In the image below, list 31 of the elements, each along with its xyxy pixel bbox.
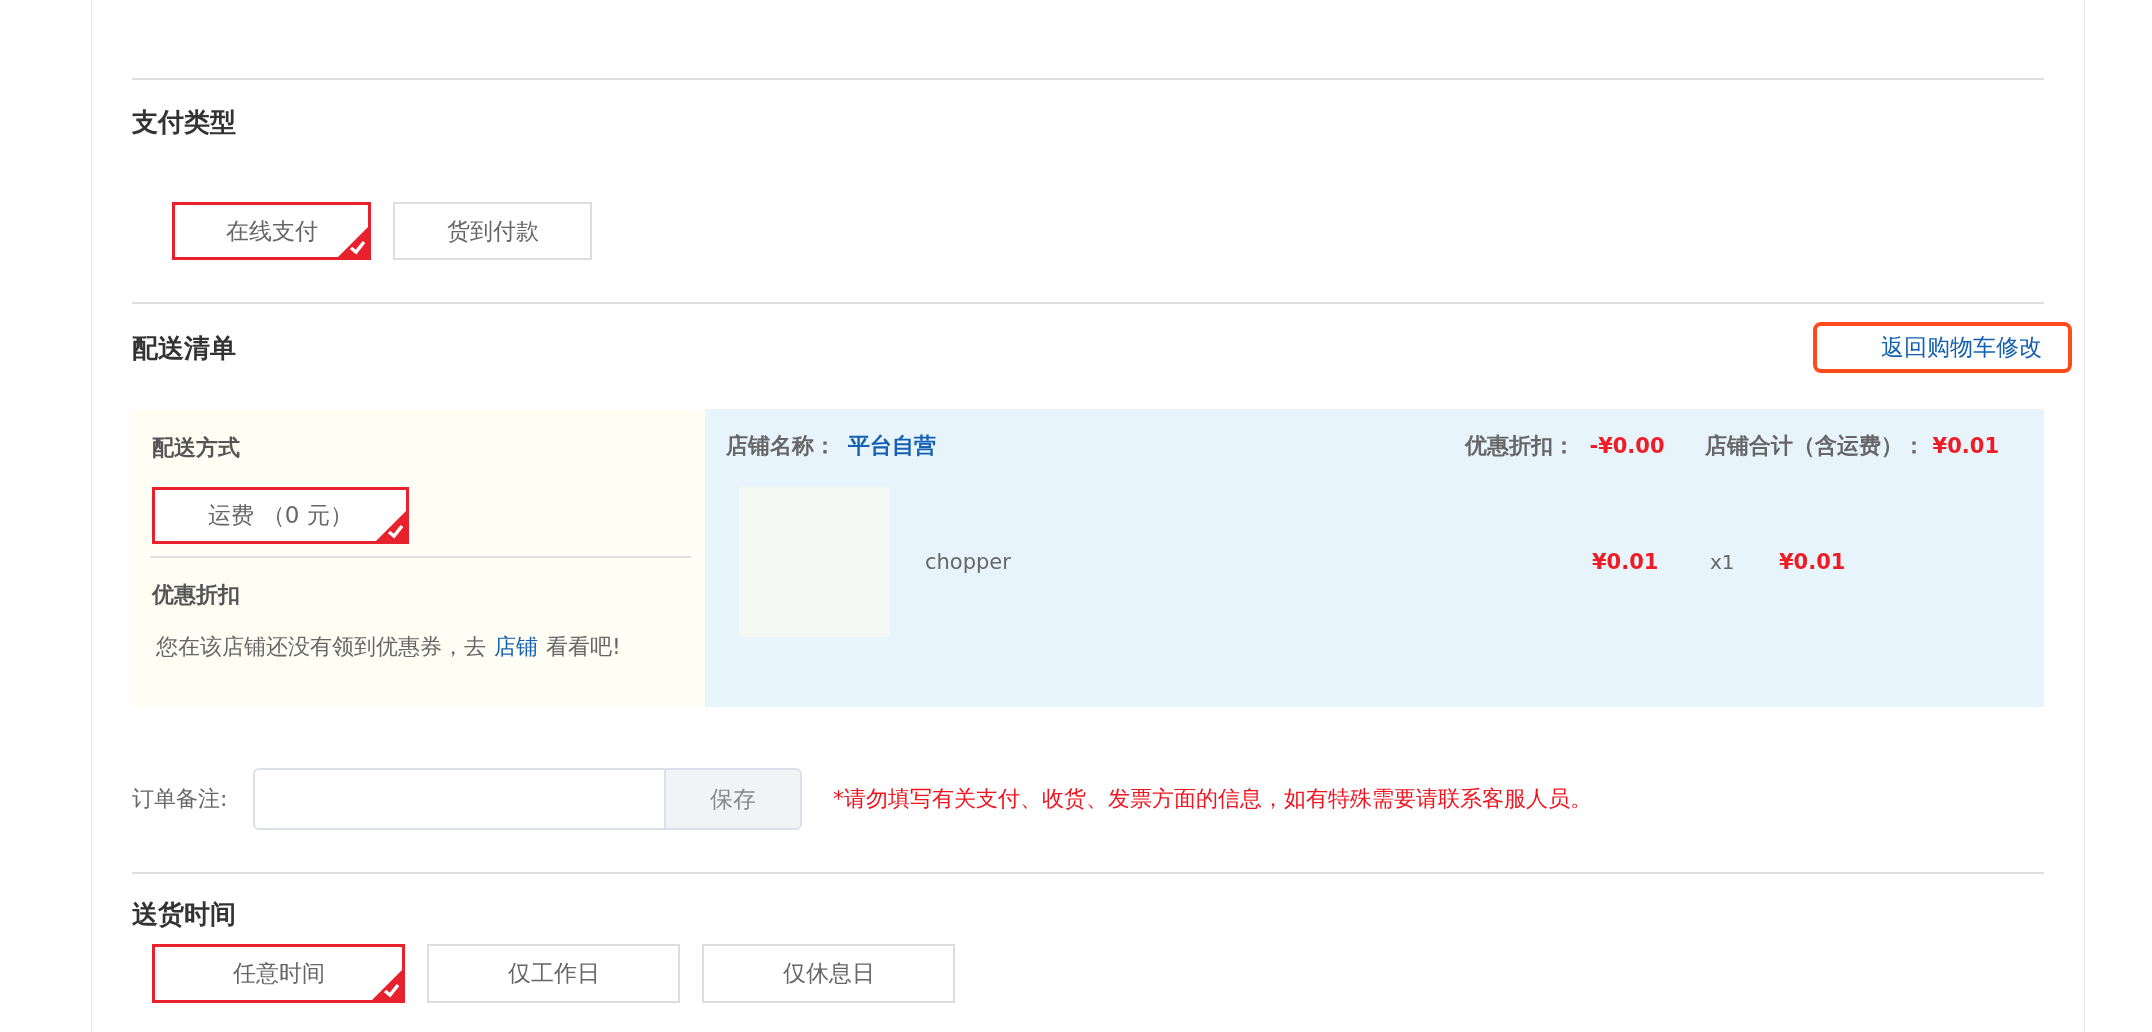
delivery-time-option[interactable]: 仅休息日 xyxy=(702,944,955,1003)
payment-option[interactable]: 在线支付 xyxy=(172,202,371,260)
product-price: ¥0.01 xyxy=(1592,550,1659,574)
coupon-message: 您在该店铺还没有领到优惠券，去 店铺 看看吧! xyxy=(156,633,622,661)
store-total-value: ¥0.01 xyxy=(1932,434,1999,458)
discount-value: -¥0.00 xyxy=(1589,434,1665,458)
discount-label: 优惠折扣： xyxy=(1465,432,1576,460)
note-label: 订单备注: xyxy=(132,786,228,811)
panel-title: 优惠折扣 xyxy=(152,581,241,609)
check-corner-icon xyxy=(376,511,406,541)
payment-option[interactable]: 货到付款 xyxy=(393,202,592,260)
panel-title: 配送方式 xyxy=(152,434,241,462)
shipping-option[interactable]: 运费 （0 元） xyxy=(152,487,409,544)
delivery-time-option[interactable]: 仅工作日 xyxy=(427,944,680,1003)
section-title: 配送清单 xyxy=(132,331,236,364)
back-to-cart-link[interactable]: 返回购物车修改 xyxy=(1813,322,2072,373)
product-subtotal: ¥0.01 xyxy=(1779,550,1846,574)
order-note-field[interactable] xyxy=(253,768,664,830)
store-total-label: 店铺合计（含运费）： xyxy=(1704,432,1925,460)
delivery-time-option[interactable]: 任意时间 xyxy=(152,944,405,1003)
store-link[interactable]: 店铺 xyxy=(494,634,538,659)
check-corner-icon xyxy=(372,970,402,1000)
check-corner-icon xyxy=(338,227,368,257)
product-quantity: x1 xyxy=(1710,550,1735,574)
product-name: chopper xyxy=(925,550,1012,574)
section-title: 支付类型 xyxy=(132,106,237,138)
save-button[interactable]: 保存 xyxy=(664,768,802,830)
store-name: 平台自营 xyxy=(848,432,936,460)
section-title: 送货时间 xyxy=(132,898,237,930)
note-warning: *请勿填写有关支付、收货、发票方面的信息，如有特殊需要请联系客服人员。 xyxy=(833,785,1592,813)
store-name-label: 店铺名称： xyxy=(726,432,836,460)
